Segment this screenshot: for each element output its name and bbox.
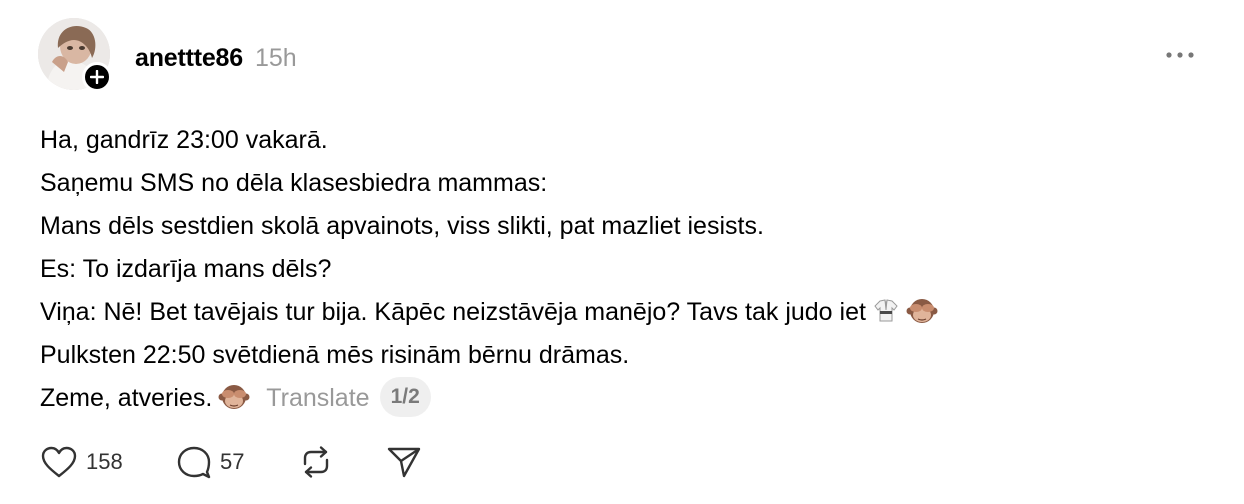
post-text-line: Saņemu SMS no dēla klasesbiedra mammas: xyxy=(40,169,548,197)
post-text-line: Viņa: Nē! Bet tavējais tur bija. Kāpēc n… xyxy=(40,298,866,326)
follow-button[interactable] xyxy=(82,62,112,92)
post-body: Ha, gandrīz 23:00 vakarā. Saņemu SMS no … xyxy=(40,119,1200,420)
heart-icon xyxy=(41,446,77,478)
repost-button[interactable] xyxy=(298,445,386,479)
post-text-line: Es: To izdarīja mans dēls? xyxy=(40,255,332,283)
more-horizontal-icon xyxy=(1166,52,1194,58)
post-timestamp: 15h xyxy=(254,43,297,72)
thread-post: anettte86 15h Ha, gandrīz 23:00 vakarā. … xyxy=(0,0,1244,504)
plus-icon xyxy=(90,70,104,84)
post-text-line: Mans dēls sestdien skolā apvainots, viss… xyxy=(40,212,764,240)
like-count: 158 xyxy=(86,449,123,474)
send-icon xyxy=(387,447,421,478)
see-no-evil-monkey-emoji xyxy=(906,299,938,324)
reply-button[interactable]: 57 xyxy=(176,445,298,479)
post-text-line: Zeme, atveries. xyxy=(40,384,213,412)
reply-count: 57 xyxy=(220,449,245,474)
translate-link[interactable]: Translate xyxy=(266,384,369,412)
post-text-line-with-emoji: Viņa: Nē! Bet tavējais tur bija. Kāpēc n… xyxy=(40,291,1200,334)
post-header: anettte86 15h xyxy=(135,40,297,76)
see-no-evil-monkey-emoji xyxy=(218,385,250,410)
page-indicator[interactable]: 1/2 xyxy=(379,377,431,418)
action-bar: 158 57 xyxy=(40,444,422,480)
post-text-line: Ha, gandrīz 23:00 vakarā. xyxy=(40,126,328,154)
comment-bubble-icon xyxy=(177,446,211,479)
repost-icon xyxy=(303,446,329,478)
username-link[interactable]: anettte86 xyxy=(135,44,243,73)
like-button[interactable]: 158 xyxy=(40,445,176,479)
avatar-container[interactable] xyxy=(38,18,112,92)
share-button[interactable] xyxy=(386,445,422,479)
martial-arts-uniform-emoji xyxy=(874,299,898,322)
more-options-button[interactable] xyxy=(1160,40,1200,70)
post-text-line: Pulksten 22:50 svētdienā mēs risinām bēr… xyxy=(40,341,630,369)
post-text-line-last: Zeme, atveries. Translate 1/2 xyxy=(40,377,1200,420)
